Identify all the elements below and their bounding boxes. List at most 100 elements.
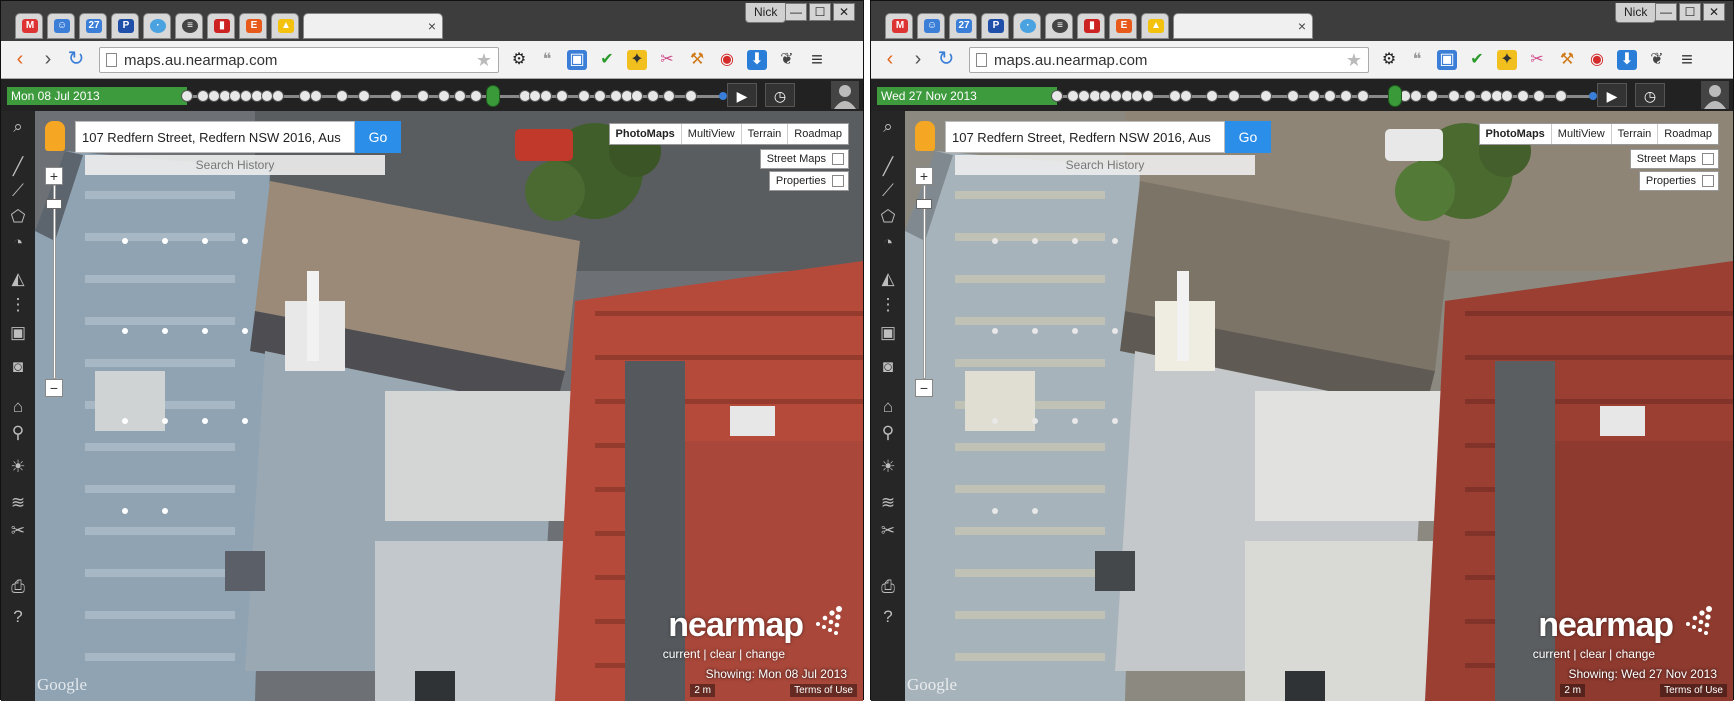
timeline-date-dot[interactable] (1501, 90, 1514, 102)
timeline-date-dot[interactable] (1286, 90, 1299, 102)
search-icon[interactable]: ⌕ (876, 115, 900, 139)
compass-icon[interactable]: ◔ (6, 231, 30, 255)
timeline-date-dot[interactable] (556, 90, 569, 102)
terms-link[interactable]: Terms of Use (1660, 684, 1727, 697)
timeline-handle[interactable] (485, 85, 500, 107)
address-search-input[interactable]: 107 Redfern Street, Redfern NSW 2016, Au… (945, 121, 1225, 153)
properties-toggle[interactable]: Properties (768, 171, 849, 191)
reload-icon[interactable]: ↻ (935, 49, 957, 71)
home-icon[interactable]: ⌂ (6, 395, 30, 419)
search-history-button[interactable]: Search History (955, 155, 1255, 175)
tab-gmail[interactable]: M (15, 13, 43, 39)
go-button[interactable]: Go (355, 121, 401, 153)
tab-drive[interactable]: ▲ (1141, 13, 1169, 39)
close-tab-icon[interactable]: × (428, 18, 436, 34)
timeline-date-dot[interactable] (1308, 90, 1321, 102)
timeline-date-dot[interactable] (1077, 90, 1090, 102)
tab-calendar[interactable]: 27 (949, 13, 977, 39)
timeline-date-dot[interactable] (1517, 90, 1530, 102)
timeline-date-dot[interactable] (1356, 90, 1369, 102)
timeline-latest-dot[interactable] (719, 92, 727, 100)
zoom-slider-knob[interactable] (46, 199, 62, 209)
compass-icon[interactable]: ◔ (876, 231, 900, 255)
download-icon[interactable]: ⬇ (1617, 50, 1637, 70)
clock-icon[interactable]: ◷ (765, 83, 795, 107)
reload-icon[interactable]: ↻ (65, 49, 87, 71)
weather-icon[interactable]: ☀ (6, 455, 30, 479)
timeline-date-dot[interactable] (272, 90, 285, 102)
back-icon[interactable]: ‹ (879, 49, 901, 71)
bookmark-star-icon[interactable]: ★ (1346, 50, 1362, 71)
tab-etsy[interactable]: E (1109, 13, 1137, 39)
tab-paypal[interactable]: P (111, 13, 139, 39)
aerial-map[interactable]: 107 Redfern Street, Redfern NSW 2016, Au… (905, 111, 1733, 701)
help-icon[interactable]: ? (6, 605, 30, 629)
map-type-terrain[interactable]: Terrain (1610, 124, 1658, 144)
play-button[interactable]: ▶ (1597, 83, 1627, 107)
properties-checkbox[interactable] (1702, 175, 1714, 187)
go-button[interactable]: Go (1225, 121, 1271, 153)
badge-icon[interactable]: ✦ (1497, 50, 1517, 70)
timeline-date-dot[interactable] (663, 90, 676, 102)
tab-calendar[interactable]: 27 (79, 13, 107, 39)
download-icon[interactable]: ⬇ (747, 50, 767, 70)
timeline-latest-dot[interactable] (1589, 92, 1597, 100)
gear-icon[interactable]: ⚙ (1379, 50, 1399, 70)
tab-lastpass[interactable]: ▮ (1077, 13, 1105, 39)
timeline-date-dot[interactable] (577, 90, 590, 102)
tab-drive[interactable]: ▲ (271, 13, 299, 39)
timeline-date-dot[interactable] (336, 90, 349, 102)
timeline-date-dot[interactable] (470, 90, 483, 102)
zoom-slider-knob[interactable] (916, 199, 932, 209)
forward-icon[interactable]: › (907, 49, 929, 71)
timeline-date-dot[interactable] (1426, 90, 1439, 102)
bookmark-star-icon[interactable]: ★ (476, 50, 492, 71)
polygon-icon[interactable]: ⬠ (876, 205, 900, 229)
tab-proxy[interactable]: · (143, 13, 171, 39)
timeline-date-dot[interactable] (1554, 90, 1567, 102)
pin-icon[interactable]: ⚲ (6, 421, 30, 445)
zoom-out-button[interactable]: − (915, 379, 933, 397)
map-type-terrain[interactable]: Terrain (740, 124, 788, 144)
timeline-date-dot[interactable] (1410, 90, 1423, 102)
share-icon[interactable]: ⋮ (876, 293, 900, 317)
back-icon[interactable]: ‹ (9, 49, 31, 71)
street-maps-toggle[interactable]: Street Maps (759, 149, 849, 169)
play-button[interactable]: ▶ (727, 83, 757, 107)
aerial-map[interactable]: 107 Redfern Street, Redfern NSW 2016, Au… (35, 111, 863, 701)
pegman-icon[interactable] (45, 121, 65, 151)
pin-icon[interactable]: ⚲ (876, 421, 900, 445)
maximize-button[interactable]: ☐ (1679, 3, 1701, 21)
layers-icon[interactable]: ◭ (6, 267, 30, 291)
timeline-date-dot[interactable] (390, 90, 403, 102)
minimize-button[interactable]: — (785, 3, 807, 21)
stop-icon[interactable]: ◉ (717, 50, 737, 70)
tool-icon[interactable]: ⚒ (1557, 50, 1577, 70)
scissors-icon[interactable]: ✂ (657, 50, 677, 70)
line-icon[interactable]: ╱ (6, 155, 30, 179)
screenshot-icon[interactable]: ▣ (567, 50, 587, 70)
timeline-date-dot[interactable] (416, 90, 429, 102)
map-type-multiview[interactable]: MultiView (1550, 124, 1611, 144)
tab-etsy[interactable]: E (239, 13, 267, 39)
print-icon[interactable]: ⎙ (6, 575, 30, 599)
tool-icon[interactable]: ⚒ (687, 50, 707, 70)
address-bar[interactable]: maps.au.nearmap.com ★ (99, 47, 499, 73)
check-icon[interactable]: ✔ (597, 50, 617, 70)
tab-contacts[interactable]: ☺ (917, 13, 945, 39)
stack-icon[interactable]: ≋ (6, 491, 30, 515)
maximize-button[interactable]: ☐ (809, 3, 831, 21)
terms-link[interactable]: Terms of Use (790, 684, 857, 697)
minimize-button[interactable]: — (1655, 3, 1677, 21)
timeline-date-dot[interactable] (609, 90, 622, 102)
tab-proxy[interactable]: · (1013, 13, 1041, 39)
timeline-date-dot[interactable] (1179, 90, 1192, 102)
street-maps-checkbox[interactable] (1702, 153, 1714, 165)
timeline-date-dot[interactable] (647, 90, 660, 102)
tab-feed[interactable]: ≡ (1045, 13, 1073, 39)
tab-paypal[interactable]: P (981, 13, 1009, 39)
timeline-date-dot[interactable] (1533, 90, 1546, 102)
pegman-icon[interactable] (915, 121, 935, 151)
tab-contacts[interactable]: ☺ (47, 13, 75, 39)
timeline-date-dot[interactable] (1051, 90, 1063, 102)
